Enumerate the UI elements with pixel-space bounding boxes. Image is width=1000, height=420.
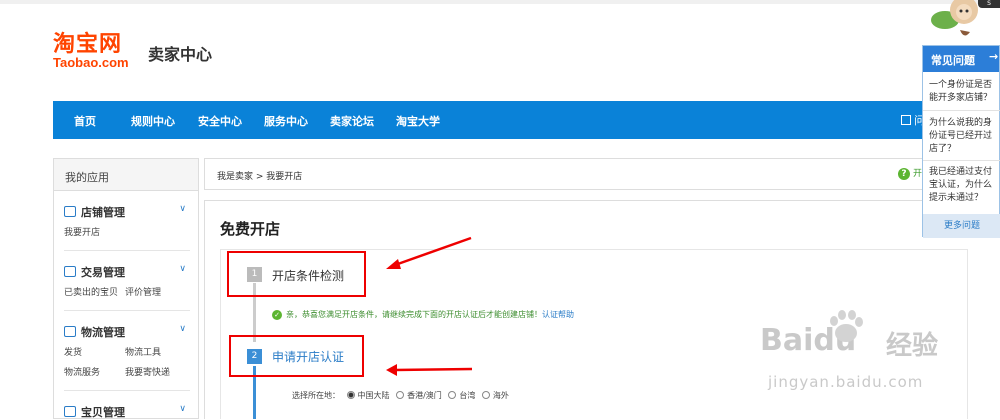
radio-overseas[interactable] bbox=[481, 391, 490, 399]
faq-item-line: 宝认证，为什么 bbox=[929, 180, 993, 190]
sidebar-link-reviews[interactable]: 评价管理 bbox=[125, 285, 161, 298]
nav-rules-center[interactable]: 规则中心 bbox=[131, 113, 175, 129]
region-selector: 选择所在地： 中国大陆 香港/澳门 台湾 海外 bbox=[292, 390, 509, 401]
sidebar-group-title: 宝贝管理 bbox=[81, 406, 125, 419]
sidebar-group-title: 交易管理 bbox=[81, 266, 125, 279]
collapse-arrow-icon[interactable]: → bbox=[989, 50, 998, 63]
faq-item-line: 能开多家店铺？ bbox=[929, 93, 993, 103]
faq-item[interactable]: 我已经通过支付 宝认证，为什么 提示未通过？ bbox=[929, 166, 1000, 205]
faq-item[interactable]: 为什么说我的身 份证号已经开过 店了？ bbox=[929, 117, 1000, 156]
nav-seller-forum[interactable]: 卖家论坛 bbox=[330, 113, 374, 129]
check-result: ✓ 亲，恭喜您满足开店条件，请继续完成下面的开店认证后才能创建店铺！认证帮助 bbox=[272, 309, 574, 320]
region-option-label[interactable]: 中国大陆 bbox=[358, 391, 390, 400]
paw-icon bbox=[830, 310, 863, 342]
radio-mainland[interactable] bbox=[346, 391, 355, 399]
sidebar-link-ship[interactable]: 发货 bbox=[64, 345, 82, 358]
faq-item-line: 为什么说我的身 bbox=[929, 118, 993, 128]
sidebar: 我的应用 店铺管理 ∨ 我要开店 交易管理 ∨ 已卖出的宝贝 评价管理 物流管理… bbox=[53, 158, 199, 419]
chevron-down-icon[interactable]: ∨ bbox=[179, 264, 186, 274]
sidebar-item-item-management[interactable]: 宝贝管理 bbox=[64, 404, 125, 420]
sidebar-link-send-express[interactable]: 我要寄快递 bbox=[125, 365, 170, 378]
region-label: 选择所在地： bbox=[292, 391, 340, 400]
faq-panel: 常见问题 → 一个身份证是否 能开多家店铺？ 为什么说我的身 份证号已经开过 店了… bbox=[922, 45, 1000, 238]
sidebar-link-logistics-service[interactable]: 物流服务 bbox=[64, 365, 100, 378]
watermark-url: jingyan.baidu.com bbox=[768, 373, 924, 391]
faq-item-line: 店了？ bbox=[929, 144, 957, 154]
nav-taobao-university[interactable]: 淘宝大学 bbox=[396, 113, 440, 129]
region-option-label[interactable]: 台湾 bbox=[459, 391, 475, 400]
faq-title: 常见问题 bbox=[931, 54, 975, 67]
faq-item[interactable]: 一个身份证是否 能开多家店铺？ bbox=[929, 79, 1000, 105]
help-link-label: 开 bbox=[913, 169, 923, 179]
edit-icon bbox=[901, 115, 911, 125]
faq-item-line: 份证号已经开过 bbox=[929, 131, 993, 141]
main-nav: 首页 规则中心 安全中心 服务中心 卖家论坛 淘宝大学 问 bbox=[53, 101, 1000, 139]
divider bbox=[923, 160, 1000, 161]
sidebar-link-logistics-tools[interactable]: 物流工具 bbox=[125, 345, 161, 358]
sidebar-heading: 我的应用 bbox=[54, 159, 198, 191]
sidebar-item-logistics-management[interactable]: 物流管理 bbox=[64, 324, 125, 340]
annotation-box bbox=[227, 251, 366, 297]
top-strip bbox=[0, 0, 1000, 4]
logo-chinese: 淘宝网 bbox=[53, 31, 123, 57]
trade-icon bbox=[64, 266, 76, 277]
check-message: 亲，恭喜您满足开店条件，请继续完成下面的开店认证后才能创建店铺！ bbox=[286, 310, 542, 319]
sidebar-link-open-store[interactable]: 我要开店 bbox=[64, 225, 100, 238]
breadcrumb: 我是卖家 > 我要开店 bbox=[204, 158, 1000, 190]
nav-security-center[interactable]: 安全中心 bbox=[198, 113, 242, 129]
mascot-badge: S bbox=[978, 0, 1000, 8]
faq-item-line: 我已经通过支付 bbox=[929, 167, 993, 177]
baidu-watermark: Baidu 经验 jingyan.baidu.com bbox=[760, 303, 1000, 419]
watermark-cn: 经验 bbox=[886, 331, 939, 361]
faq-item-line: 一个身份证是否 bbox=[929, 80, 993, 90]
help-link[interactable]: ? 开 bbox=[898, 166, 922, 180]
sidebar-group-title: 店铺管理 bbox=[81, 206, 125, 219]
chevron-down-icon[interactable]: ∨ bbox=[179, 204, 186, 214]
question-icon: ? bbox=[898, 168, 910, 180]
page-title: 免费开店 bbox=[220, 220, 281, 238]
more-questions-button[interactable]: 更多问题 bbox=[923, 214, 1000, 238]
check-icon: ✓ bbox=[272, 310, 282, 320]
annotation-box bbox=[229, 335, 364, 377]
divider bbox=[64, 390, 190, 391]
sidebar-link-sold-items[interactable]: 已卖出的宝贝 bbox=[64, 285, 118, 298]
nav-home[interactable]: 首页 bbox=[74, 113, 96, 129]
chevron-down-icon[interactable]: ∨ bbox=[179, 324, 186, 334]
truck-icon bbox=[64, 326, 76, 337]
radio-taiwan[interactable] bbox=[448, 391, 457, 399]
faq-header: 常见问题 → bbox=[923, 46, 999, 72]
radio-hk-macau[interactable] bbox=[396, 391, 405, 399]
sidebar-item-store-management[interactable]: 店铺管理 bbox=[64, 204, 125, 220]
sidebar-item-trade-management[interactable]: 交易管理 bbox=[64, 264, 125, 280]
divider bbox=[64, 250, 190, 251]
taobao-logo[interactable]: 淘宝网 Taobao.com bbox=[53, 32, 129, 70]
certification-help-link[interactable]: 认证帮助 bbox=[542, 310, 574, 319]
region-option-label[interactable]: 海外 bbox=[493, 391, 509, 400]
shirt-icon bbox=[64, 406, 76, 417]
logo-english: Taobao.com bbox=[53, 55, 129, 70]
faq-item-line: 提示未通过？ bbox=[929, 193, 984, 203]
divider bbox=[64, 310, 190, 311]
sidebar-group-title: 物流管理 bbox=[81, 326, 125, 339]
seller-center-title: 卖家中心 bbox=[148, 45, 213, 64]
chevron-down-icon[interactable]: ∨ bbox=[179, 404, 186, 414]
region-option-label[interactable]: 香港/澳门 bbox=[407, 391, 442, 400]
nav-service-center[interactable]: 服务中心 bbox=[264, 113, 308, 129]
divider bbox=[923, 110, 1000, 111]
store-icon bbox=[64, 206, 76, 217]
